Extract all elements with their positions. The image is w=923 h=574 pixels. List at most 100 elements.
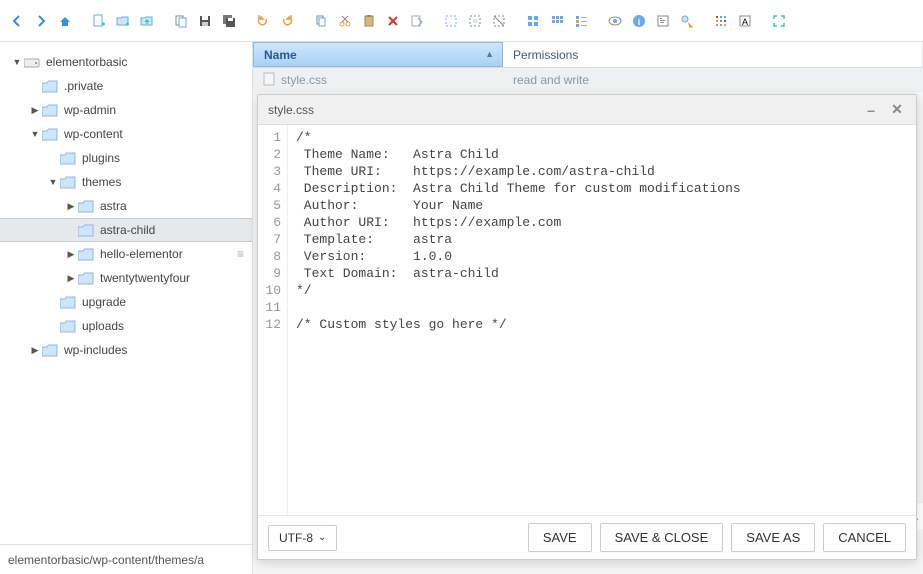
folder-icon bbox=[60, 319, 76, 333]
expand-icon[interactable]: ▶ bbox=[64, 199, 78, 213]
minimize-icon[interactable]: – bbox=[862, 101, 880, 119]
tree-label: .private bbox=[64, 79, 103, 93]
tree-label: wp-includes bbox=[64, 343, 127, 357]
main-toolbar: iA bbox=[0, 0, 923, 42]
delete-icon[interactable] bbox=[382, 10, 404, 32]
copy-icon[interactable] bbox=[170, 10, 192, 32]
file-permissions: read and write bbox=[503, 73, 923, 87]
preview-icon[interactable] bbox=[604, 10, 626, 32]
select-all-icon[interactable] bbox=[440, 10, 462, 32]
copy2-icon[interactable] bbox=[310, 10, 332, 32]
fullscreen-icon[interactable] bbox=[768, 10, 790, 32]
view-tiles-icon[interactable] bbox=[522, 10, 544, 32]
paste-icon[interactable] bbox=[358, 10, 380, 32]
sort-asc-icon: ▲ bbox=[485, 49, 494, 59]
undo-icon[interactable] bbox=[252, 10, 274, 32]
twisty-blank bbox=[46, 295, 60, 309]
back-icon[interactable] bbox=[6, 10, 28, 32]
tree-label: elementorbasic bbox=[46, 55, 127, 69]
expand-icon[interactable]: ▶ bbox=[64, 271, 78, 285]
tree-label: astra-child bbox=[100, 223, 155, 237]
folder-icon bbox=[42, 103, 58, 117]
view-icons-icon[interactable] bbox=[546, 10, 568, 32]
view-list-icon[interactable] bbox=[570, 10, 592, 32]
expand-icon[interactable]: ▶ bbox=[28, 343, 42, 357]
close-icon[interactable]: ✕ bbox=[888, 101, 906, 119]
folder-icon bbox=[60, 175, 76, 189]
new-folder-icon[interactable] bbox=[112, 10, 134, 32]
column-name[interactable]: Name▲ bbox=[253, 42, 503, 67]
collapse-icon[interactable]: ▼ bbox=[28, 127, 42, 141]
editor-dialog: style.css – ✕ 1 2 3 4 5 6 7 8 9 10 11 12… bbox=[257, 94, 917, 560]
tree-node-hello-elementor[interactable]: ▶ hello-elementor ≡ bbox=[0, 242, 252, 266]
save-as-button[interactable]: SAVE AS bbox=[731, 523, 815, 552]
tree-node-uploads[interactable]: uploads bbox=[0, 314, 252, 338]
tree-node-wp-content[interactable]: ▼ wp-content bbox=[0, 122, 252, 146]
expand-icon[interactable]: ▶ bbox=[28, 103, 42, 117]
folder-icon bbox=[60, 151, 76, 165]
tree-node-astra-child[interactable]: astra-child bbox=[0, 218, 252, 242]
file-tree-panel: ▼ elementorbasic .private ▶ wp-admin ▼ wp-cont… bbox=[0, 42, 253, 574]
twisty-blank bbox=[64, 223, 78, 237]
permissions-icon[interactable] bbox=[676, 10, 698, 32]
tree-node-upgrade[interactable]: upgrade bbox=[0, 290, 252, 314]
editor-footer: UTF-8⌄ SAVE SAVE & CLOSE SAVE AS CANCEL bbox=[258, 515, 916, 559]
up-icon[interactable] bbox=[54, 10, 76, 32]
file-row[interactable]: style.css read and write bbox=[253, 68, 923, 92]
tree-label: uploads bbox=[82, 319, 124, 333]
chevron-down-icon: ⌄ bbox=[318, 532, 326, 543]
save-all-icon[interactable] bbox=[218, 10, 240, 32]
tree-label: wp-content bbox=[64, 127, 123, 141]
editor-titlebar[interactable]: style.css – ✕ bbox=[258, 95, 916, 125]
twisty-blank bbox=[28, 79, 42, 93]
tree-node-elementorbasic[interactable]: ▼ elementorbasic bbox=[0, 50, 252, 74]
folder-icon bbox=[78, 199, 94, 213]
tree-node-wp-admin[interactable]: ▶ wp-admin bbox=[0, 98, 252, 122]
collapse-icon[interactable]: ▼ bbox=[10, 55, 24, 69]
encoding-select[interactable]: UTF-8⌄ bbox=[268, 525, 337, 551]
svg-text:A: A bbox=[742, 17, 748, 27]
tree-node-astra[interactable]: ▶ astra bbox=[0, 194, 252, 218]
tree-node-plugins[interactable]: plugins bbox=[0, 146, 252, 170]
select-none-icon[interactable] bbox=[464, 10, 486, 32]
column-permissions[interactable]: Permissions bbox=[503, 42, 923, 67]
save-close-button[interactable]: SAVE & CLOSE bbox=[600, 523, 724, 552]
redo-icon[interactable] bbox=[276, 10, 298, 32]
save-icon[interactable] bbox=[194, 10, 216, 32]
folder-icon bbox=[42, 79, 58, 93]
tree-label: wp-admin bbox=[64, 103, 116, 117]
tree-label: hello-elementor bbox=[100, 247, 183, 261]
invert-icon[interactable] bbox=[488, 10, 510, 32]
tree-node--private[interactable]: .private bbox=[0, 74, 252, 98]
folder-icon bbox=[60, 295, 76, 309]
tree-node-themes[interactable]: ▼themes bbox=[0, 170, 252, 194]
upload-icon[interactable] bbox=[136, 10, 158, 32]
line-gutter: 1 2 3 4 5 6 7 8 9 10 11 12 bbox=[258, 125, 288, 515]
folder-icon bbox=[42, 127, 58, 141]
folder-icon bbox=[78, 247, 94, 261]
tree-node-twentytwentyfour[interactable]: ▶twentytwentyfour bbox=[0, 266, 252, 290]
collapse-icon[interactable]: ▼ bbox=[46, 175, 60, 189]
new-file-icon[interactable] bbox=[88, 10, 110, 32]
char-icon[interactable]: A bbox=[734, 10, 756, 32]
file-icon bbox=[263, 72, 275, 89]
tree-label: upgrade bbox=[82, 295, 126, 309]
grid-icon[interactable] bbox=[710, 10, 732, 32]
cut-icon[interactable] bbox=[334, 10, 356, 32]
cancel-button[interactable]: CANCEL bbox=[823, 523, 906, 552]
expand-icon[interactable]: ▶ bbox=[64, 247, 78, 261]
forward-icon[interactable] bbox=[30, 10, 52, 32]
tree-node-wp-includes[interactable]: ▶ wp-includes bbox=[0, 338, 252, 362]
twisty-blank bbox=[46, 319, 60, 333]
context-menu-icon[interactable]: ≡ bbox=[237, 247, 244, 261]
info-icon[interactable]: i bbox=[628, 10, 650, 32]
file-name: style.css bbox=[281, 73, 327, 87]
code-content[interactable]: /* Theme Name: Astra Child Theme URI: ht… bbox=[288, 125, 916, 515]
tree-label: astra bbox=[100, 199, 127, 213]
properties-icon[interactable] bbox=[652, 10, 674, 32]
save-button[interactable]: SAVE bbox=[528, 523, 592, 552]
code-editor[interactable]: 1 2 3 4 5 6 7 8 9 10 11 12 /* Theme Name… bbox=[258, 125, 916, 515]
disk-icon bbox=[24, 55, 40, 69]
rename-icon[interactable] bbox=[406, 10, 428, 32]
content-panel: Name▲ Permissions style.css read and writ… bbox=[253, 42, 923, 574]
